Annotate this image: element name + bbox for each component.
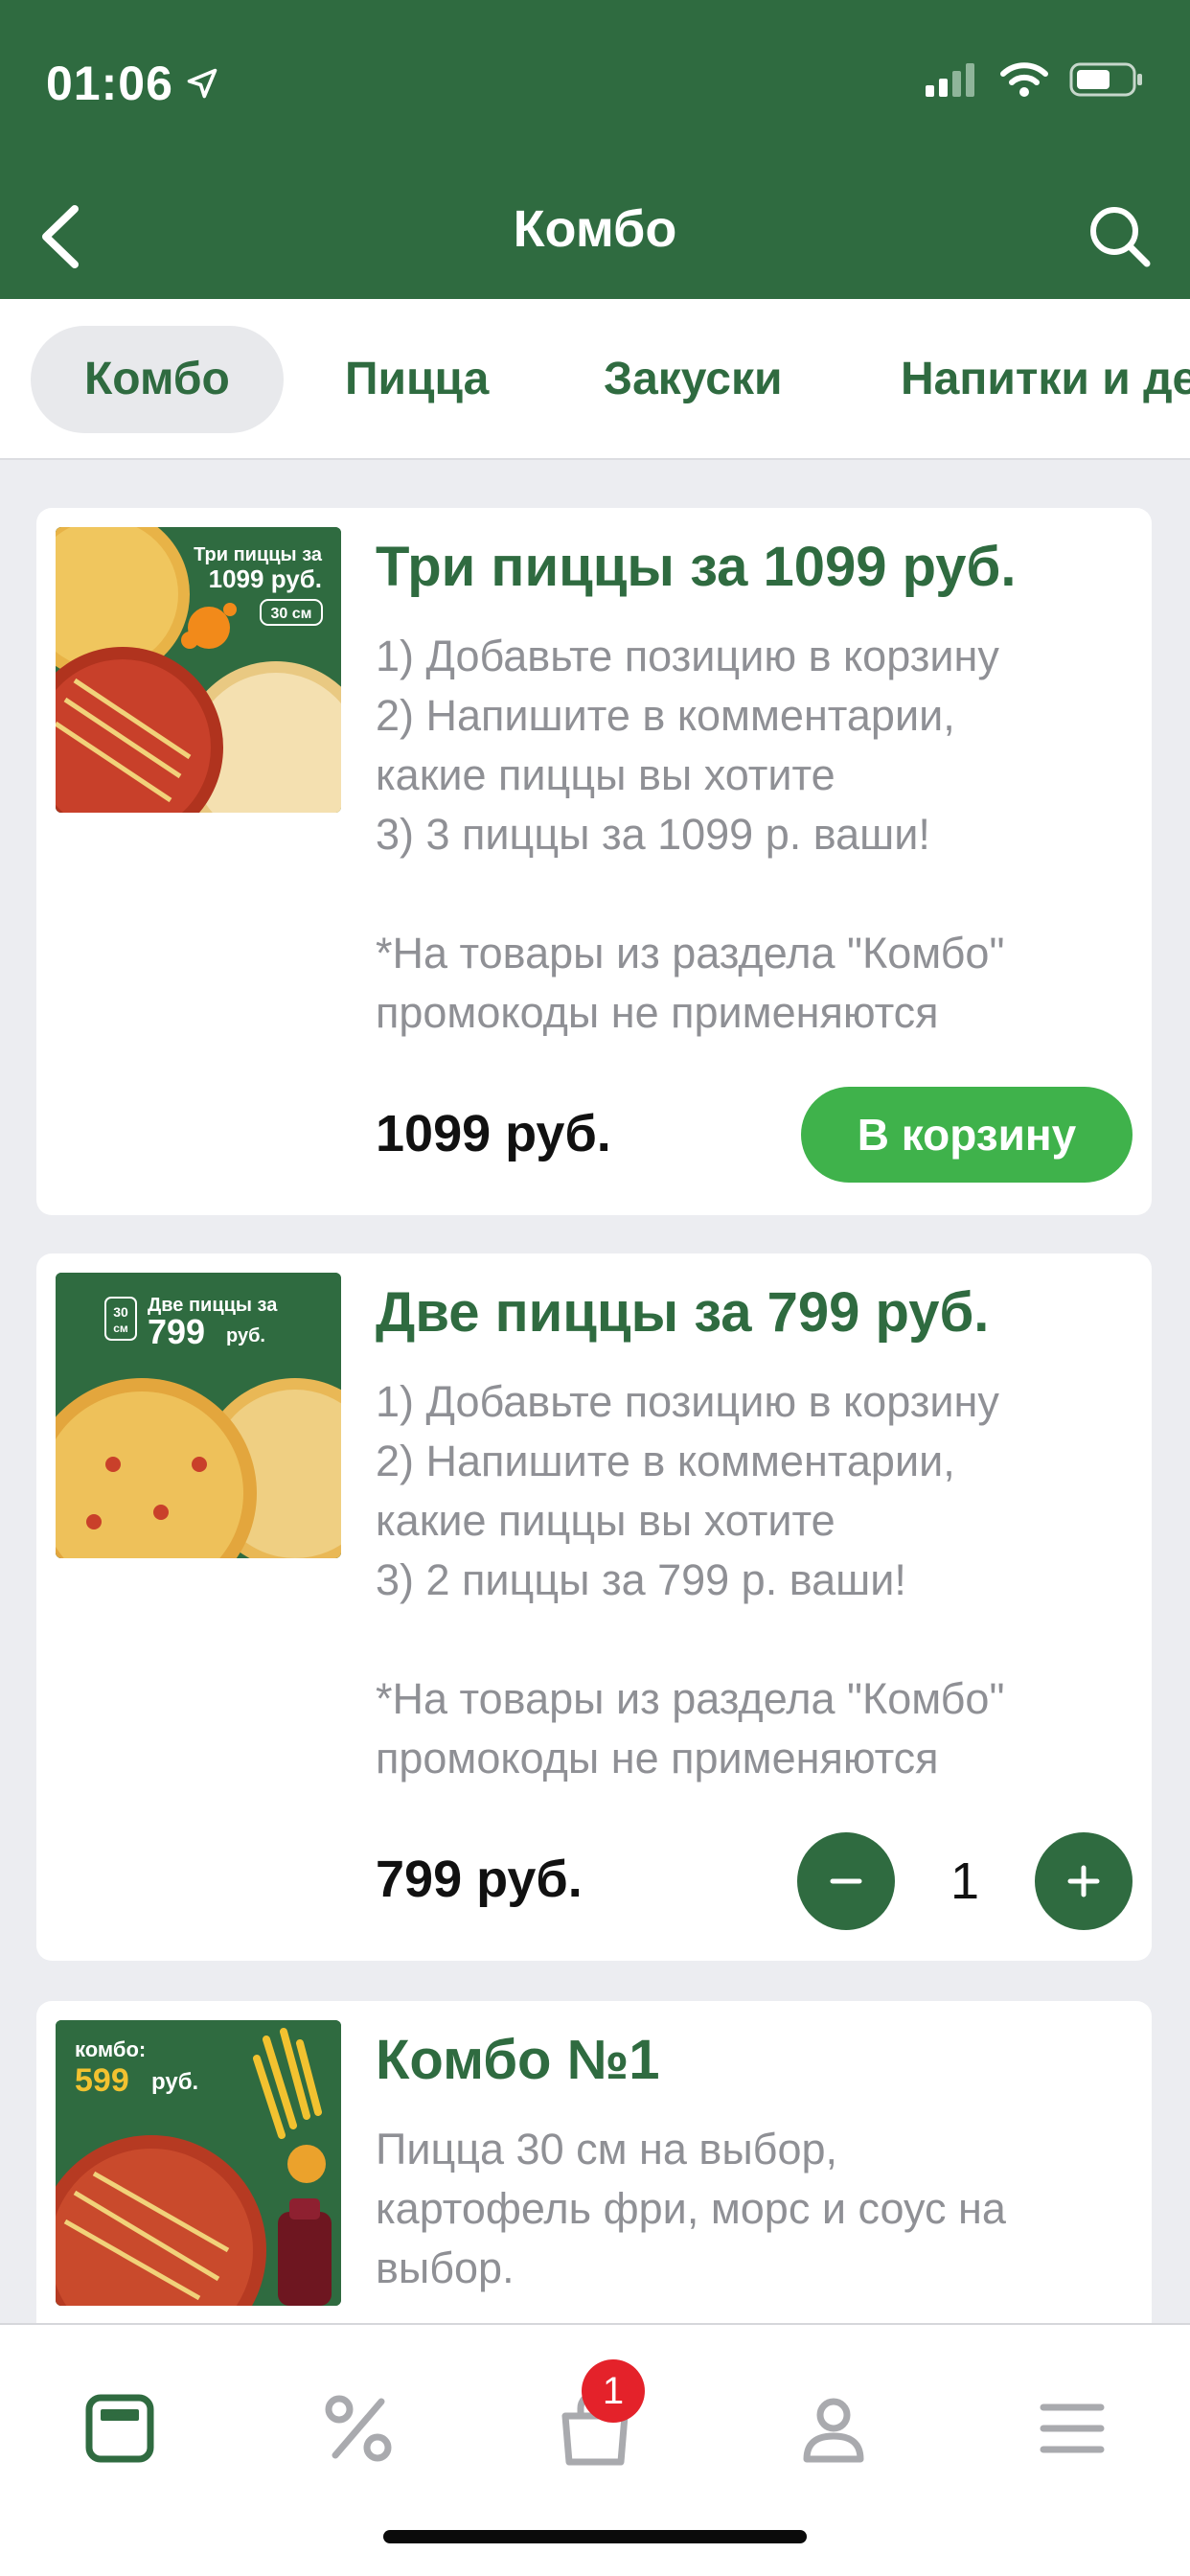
description-line: какие пиццы вы хотите: [376, 750, 835, 799]
image-caption-1: Три пиццы за: [194, 544, 323, 565]
search-icon: [1090, 207, 1151, 267]
location-arrow-icon: [187, 68, 217, 99]
tabbar-menu[interactable]: [62, 2371, 177, 2486]
cart-count-badge: 1: [582, 2359, 645, 2423]
tab-pizza[interactable]: Пицца: [345, 326, 489, 433]
product-image: Три пиццы за 1099 руб. 30 см: [56, 527, 341, 813]
description-line: 2) Напишите в комментарии,: [376, 691, 955, 740]
quantity-value: 1: [950, 1852, 980, 1910]
tab-snacks[interactable]: Закуски: [604, 326, 783, 433]
product-image: комбо: 599 руб.: [56, 2020, 341, 2306]
search-button[interactable]: [1077, 194, 1163, 280]
product-price: 1099 руб.: [376, 1105, 611, 1162]
tabbar-cart[interactable]: 1: [538, 2359, 652, 2486]
description-line: *На товары из раздела "Комбо": [376, 1674, 1005, 1723]
home-indicator: [383, 2530, 807, 2543]
description-line: выбор.: [376, 2243, 515, 2292]
tabbar-profile[interactable]: [776, 2371, 891, 2486]
image-caption-1: комбо:: [75, 2037, 146, 2061]
image-caption-size: 30: [113, 1304, 128, 1320]
image-caption-3: руб.: [151, 2069, 198, 2095]
time-label: 01:06: [46, 57, 173, 110]
menu-icon: [85, 2394, 154, 2463]
product-title: Комбо №1: [376, 2029, 660, 2091]
image-caption-3: руб.: [226, 1325, 265, 1346]
image-caption-size: 30 см: [271, 606, 312, 622]
profile-icon: [803, 2398, 864, 2463]
status-bar: 01:06: [0, 0, 1190, 172]
battery-icon: [1069, 62, 1142, 97]
product-card[interactable]: Три пиццы за 1099 руб. 30 см Три пиццы з…: [36, 508, 1152, 1215]
hamburger-icon: [1040, 2404, 1105, 2453]
wifi-icon: [1000, 62, 1048, 97]
tab-drinks-desserts[interactable]: Напитки и десерты: [901, 326, 1190, 433]
image-caption-2: 599: [75, 2062, 129, 2099]
add-to-cart-button[interactable]: В корзину: [801, 1087, 1133, 1183]
description-line: 3) 3 пиццы за 1099 р. ваши!: [376, 810, 930, 859]
product-image: 30 см Две пиццы за 799 руб.: [56, 1273, 341, 1558]
tabbar-promos[interactable]: [301, 2371, 416, 2486]
percent-icon: [325, 2395, 392, 2462]
tabbar-more[interactable]: [1015, 2371, 1130, 2486]
product-description: Пицца 30 см на выбор, картофель фри, мор…: [376, 2120, 1129, 2298]
product-title: Три пиццы за 1099 руб.: [376, 536, 1017, 598]
description-line: 2) Напишите в комментарии,: [376, 1437, 955, 1485]
minus-icon: [830, 1878, 862, 1884]
description-line: картофель фри, морс и соус на: [376, 2184, 1006, 2233]
description-line: [376, 1610, 1129, 1669]
product-description: 1) Добавьте позицию в корзину 2) Напишит…: [376, 627, 1129, 1043]
quantity-stepper: 1: [797, 1832, 1133, 1930]
description-line: Пицца 30 см на выбор,: [376, 2125, 838, 2174]
description-line: какие пиццы вы хотите: [376, 1496, 835, 1545]
image-caption-2: 799: [148, 1312, 205, 1351]
description-line: промокоды не применяются: [376, 1734, 939, 1782]
tab-combo[interactable]: Комбо: [31, 326, 284, 433]
plus-icon: [1067, 1865, 1100, 1898]
product-description: 1) Добавьте позицию в корзину 2) Напишит…: [376, 1372, 1129, 1788]
description-line: 3) 2 пиццы за 799 р. ваши!: [376, 1555, 906, 1604]
increase-quantity-button[interactable]: [1035, 1832, 1133, 1930]
product-title: Две пиццы за 799 руб.: [376, 1281, 990, 1344]
description-line: промокоды не применяются: [376, 988, 939, 1037]
product-price: 799 руб.: [376, 1851, 583, 1908]
category-tabs: Комбо Пицца Закуски Напитки и десерты: [0, 299, 1190, 460]
description-line: 1) Добавьте позицию в корзину: [376, 632, 999, 680]
description-line: 1) Добавьте позицию в корзину: [376, 1377, 999, 1426]
description-line: *На товары из раздела "Комбо": [376, 929, 1005, 978]
image-caption-unit: см: [113, 1322, 128, 1335]
description-line: [376, 864, 1129, 924]
product-card[interactable]: 30 см Две пиццы за 799 руб. Две пиццы за…: [36, 1254, 1152, 1961]
navigation-bar: Комбо: [0, 172, 1190, 299]
image-caption-2: 1099 руб.: [209, 564, 322, 593]
decrease-quantity-button[interactable]: [797, 1832, 895, 1930]
status-time: 01:06: [46, 56, 219, 111]
signal-icon: [926, 63, 974, 97]
page-title: Комбо: [513, 200, 677, 258]
